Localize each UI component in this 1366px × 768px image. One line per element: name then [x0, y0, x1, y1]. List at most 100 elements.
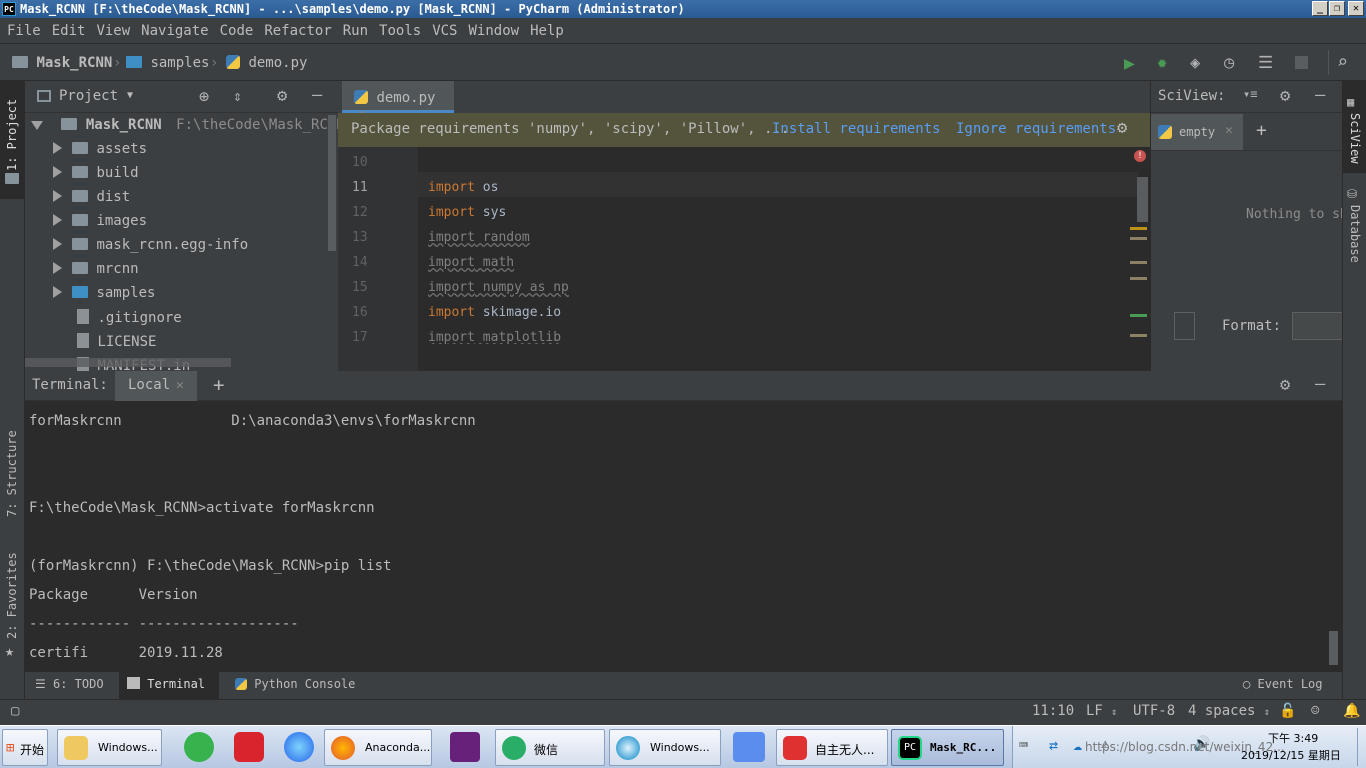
show-desktop-button[interactable] [1357, 728, 1365, 766]
gear-icon[interactable]: ⚙ [1280, 375, 1290, 395]
code-line[interactable]: import numpy as np [428, 280, 569, 295]
collapse-all-icon[interactable]: ⇕ [233, 87, 242, 105]
vertical-scrollbar[interactable] [328, 115, 336, 251]
tree-item-gitignore[interactable]: .gitignore [77, 309, 182, 326]
taskbar-wechat[interactable]: 微信 [495, 729, 605, 766]
tab-event-log[interactable]: ◯ Event Log [1243, 672, 1323, 699]
maximize-button[interactable]: ❐ [1329, 1, 1345, 16]
menu-vcs[interactable]: VCS [432, 23, 457, 39]
menu-file[interactable]: File [7, 23, 41, 39]
lock-icon[interactable]: 🔓 [1279, 703, 1296, 719]
tab-demo-py[interactable]: demo.py ✕ [342, 81, 454, 122]
netease-music-icon[interactable] [234, 732, 264, 762]
sync-app-icon[interactable] [184, 732, 214, 762]
tree-item-dist[interactable]: dist [53, 189, 130, 205]
search-icon[interactable]: ⌕ [1337, 52, 1348, 73]
baidu-netdisk-icon[interactable] [284, 732, 314, 762]
coverage-icon[interactable]: ◈ [1190, 53, 1200, 73]
menu-refactor[interactable]: Refactor [264, 23, 331, 39]
taskbar-windows-browser[interactable]: Windows... [609, 729, 721, 766]
taskbar-pycharm[interactable]: PC Mask_RC... [891, 729, 1004, 766]
caret-position[interactable]: 11:10 [1032, 703, 1074, 719]
line-separator[interactable]: LF ⇕ [1086, 703, 1117, 719]
menu-run[interactable]: Run [343, 23, 368, 39]
tree-root[interactable]: Mask_RCNN F:\theCode\Mask_RCNN [31, 117, 345, 133]
menu-tools[interactable]: Tools [379, 23, 421, 39]
menu-navigate[interactable]: Navigate [141, 23, 208, 39]
locate-icon[interactable]: ⊕ [199, 87, 209, 107]
close-icon[interactable]: ✕ [1225, 123, 1233, 138]
gear-icon[interactable]: ⚙ [1280, 86, 1290, 106]
options-menu-icon[interactable]: ▾≡ [1243, 87, 1257, 101]
menu-edit[interactable]: Edit [52, 23, 86, 39]
code-line[interactable]: import skimage.io [428, 305, 561, 320]
sciview-tool-tab[interactable]: ▦ SciView [1343, 81, 1366, 173]
tab-local[interactable]: Local ✕ [115, 371, 197, 401]
code-line[interactable]: import math [428, 255, 514, 270]
error-indicator-icon[interactable]: ! [1134, 150, 1146, 162]
hide-icon[interactable]: — [1315, 85, 1325, 105]
clock-time[interactable]: 下午 3:49 [1268, 730, 1318, 746]
cloud-icon[interactable]: ☁ [1073, 736, 1082, 754]
hide-icon[interactable]: — [312, 85, 322, 105]
breadcrumb-project[interactable]: Mask_RCNN [12, 55, 112, 71]
tree-item-license[interactable]: LICENSE [77, 333, 156, 350]
close-window-button[interactable]: ✕ [1348, 1, 1364, 16]
gear-icon[interactable]: ⚙ [1117, 118, 1127, 138]
favorites-tool-tab[interactable]: 2: Favorites ★ [0, 547, 25, 667]
tree-item-build[interactable]: build [53, 165, 139, 181]
menu-help[interactable]: Help [530, 23, 564, 39]
tree-item-assets[interactable]: assets [53, 141, 147, 157]
profile-icon[interactable]: ◷ [1224, 53, 1234, 73]
tab-todo[interactable]: ☰ 6: TODO [35, 672, 104, 699]
toggle-checkbox[interactable] [1174, 312, 1195, 340]
teamviewer-icon[interactable]: ⇄ [1049, 736, 1058, 754]
terminal-scrollbar[interactable] [1329, 631, 1338, 665]
feishu-icon[interactable] [733, 732, 765, 762]
breadcrumb-folder[interactable]: samples [126, 55, 209, 71]
start-button[interactable]: ⊞ 开始 [2, 729, 48, 766]
new-tab-icon[interactable]: + [213, 374, 224, 396]
project-view-select[interactable]: Project [59, 88, 118, 104]
menu-view[interactable]: View [96, 23, 130, 39]
minimize-button[interactable]: _ [1312, 1, 1328, 16]
install-requirements-link[interactable]: Install requirements [772, 121, 941, 137]
close-icon[interactable]: ✕ [176, 378, 184, 393]
tree-item-egg-info[interactable]: mask_rcnn.egg-info [53, 237, 248, 253]
visual-studio-icon[interactable] [450, 732, 480, 762]
editor-scrollbar[interactable] [1137, 177, 1148, 222]
hide-icon[interactable]: — [1315, 374, 1325, 394]
concurrency-icon[interactable]: ☰ [1258, 53, 1273, 73]
run-icon[interactable]: ▶ [1124, 53, 1135, 74]
taskbar-explorer[interactable]: Windows... [57, 729, 162, 766]
gear-icon[interactable]: ⚙ [277, 86, 287, 106]
chevron-down-icon[interactable]: ▼ [127, 90, 133, 101]
code-line[interactable]: import matplotlib [428, 330, 561, 344]
database-tool-tab[interactable]: ⛁ Database [1343, 185, 1366, 275]
indent-setting[interactable]: 4 spaces ⇕ [1188, 703, 1270, 719]
keyboard-icon[interactable]: ⌨ [1019, 736, 1028, 754]
tree-item-mrcnn[interactable]: mrcnn [53, 261, 139, 277]
ignore-requirements-link[interactable]: Ignore requirements [956, 121, 1116, 137]
add-tab-icon[interactable]: + [1256, 120, 1267, 141]
file-encoding[interactable]: UTF-8 [1133, 703, 1175, 719]
clock-date[interactable]: 2019/12/15 星期日 [1241, 747, 1341, 763]
format-input[interactable] [1292, 312, 1343, 340]
taskbar-firefox[interactable]: Anaconda... [324, 729, 432, 766]
stop-icon[interactable] [1295, 56, 1308, 69]
taskbar-pdf[interactable]: 自主无人... [776, 729, 888, 766]
debug-icon[interactable]: ✹ [1157, 53, 1167, 73]
toggle-tool-windows-icon[interactable]: ▢ [11, 703, 19, 719]
code-line[interactable]: import sys [428, 205, 506, 220]
tab-python-console[interactable]: Python Console [235, 672, 355, 699]
menu-code[interactable]: Code [220, 23, 254, 39]
tree-item-images[interactable]: images [53, 213, 147, 229]
notifications-icon[interactable]: 🔔 [1343, 703, 1360, 719]
tab-empty[interactable]: empty ✕ [1151, 114, 1243, 150]
code-line[interactable]: import os [428, 180, 498, 195]
code-line[interactable]: import random [428, 230, 530, 245]
horizontal-scrollbar[interactable] [25, 358, 231, 367]
project-tool-tab[interactable]: 1: Project [0, 81, 25, 199]
tree-item-samples[interactable]: samples [53, 285, 155, 301]
structure-tool-tab[interactable]: 7: Structure [0, 417, 25, 527]
